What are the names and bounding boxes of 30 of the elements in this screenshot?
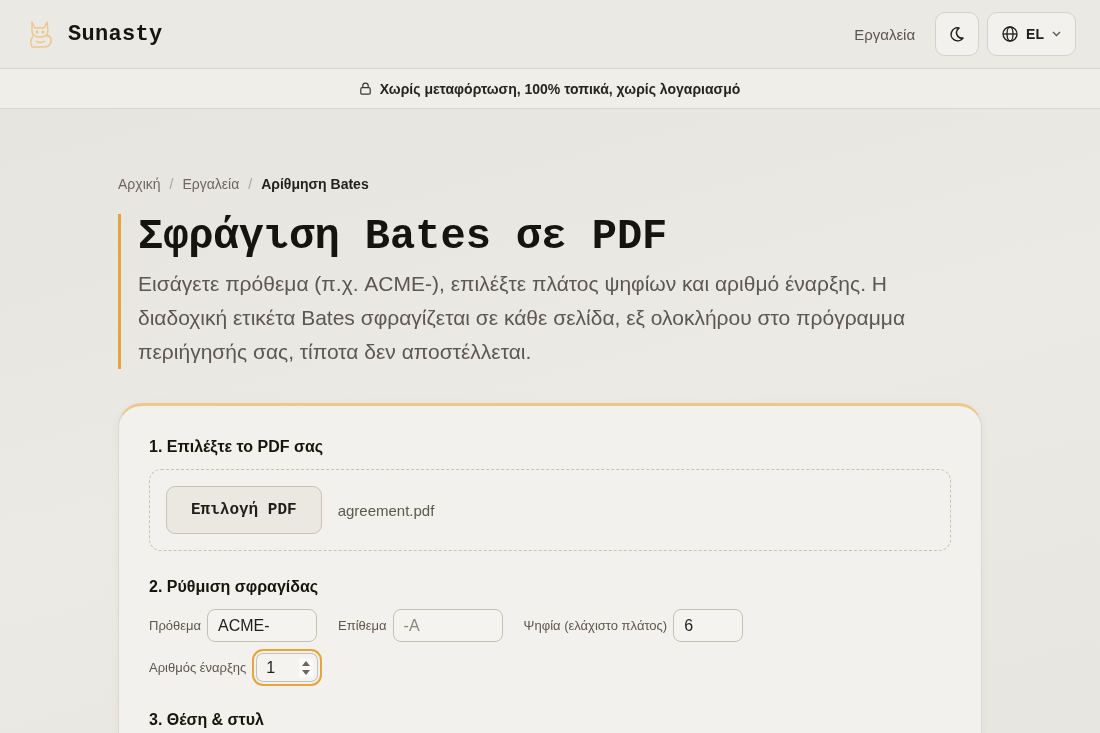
breadcrumb-separator: /	[248, 175, 253, 193]
section-heading: 2. Ρύθμιση σφραγίδας	[149, 577, 320, 597]
field-label: Αριθμός έναρξης	[149, 660, 247, 675]
spinner-icon[interactable]	[299, 657, 314, 678]
moon-icon	[950, 26, 965, 42]
choose-pdf-button[interactable]: Επιλογή PDF	[166, 486, 322, 534]
field-label: Πρόθεμα	[149, 618, 202, 633]
field-label: Ψηφία (ελάχιστο πλάτος)	[523, 618, 668, 633]
globe-icon	[1002, 26, 1019, 42]
input-field[interactable]: 6	[673, 609, 744, 642]
section-heading: 1. Επιλέξτε το PDF σας	[149, 437, 325, 458]
privacy-notice: Χωρίς μεταφόρτωση, 100% τοπικά, χωρίς λογαριασμό	[379, 80, 741, 97]
breadcrumb-link[interactable]: Αρχική	[118, 175, 161, 193]
brand-name: Sunasty	[68, 21, 163, 47]
language-button[interactable]: EL	[987, 12, 1076, 56]
file-drop-zone[interactable]: Επιλογή PDF agreement.pdf	[149, 469, 951, 551]
file-name: agreement.pdf	[337, 501, 435, 519]
page-description: Εισάγετε πρόθεμα (π.χ. ACME-), επιλέξτε πλάτος ψηφίων και αριθμό έναρξης. Η διαδοχική ετικέτα Bates σφραγίζεται σε κάθε σελίδα, εξ ολοκλήρου στο πρόγραμμα περιήγησής σας, τίποτα δεν αποστέλλεται.	[138, 271, 907, 365]
nav-link[interactable]: Εργαλεία	[854, 25, 916, 43]
chevron-down-icon	[1052, 31, 1061, 37]
breadcrumb-link[interactable]: Εργαλεία	[182, 175, 240, 193]
breadcrumb-current: Αρίθμηση Bates	[261, 175, 369, 193]
input-field[interactable]: -A	[392, 609, 503, 642]
section-heading: 3. Θέση & στυλ	[149, 710, 265, 730]
theme-toggle-button[interactable]	[935, 12, 980, 56]
lock-icon	[359, 82, 371, 95]
breadcrumb-separator: /	[169, 175, 174, 193]
field-label: Επίθεμα	[338, 618, 387, 633]
input-field[interactable]: ACME-	[207, 609, 318, 642]
page-title: Σφράγιση Bates σε PDF	[138, 214, 669, 260]
